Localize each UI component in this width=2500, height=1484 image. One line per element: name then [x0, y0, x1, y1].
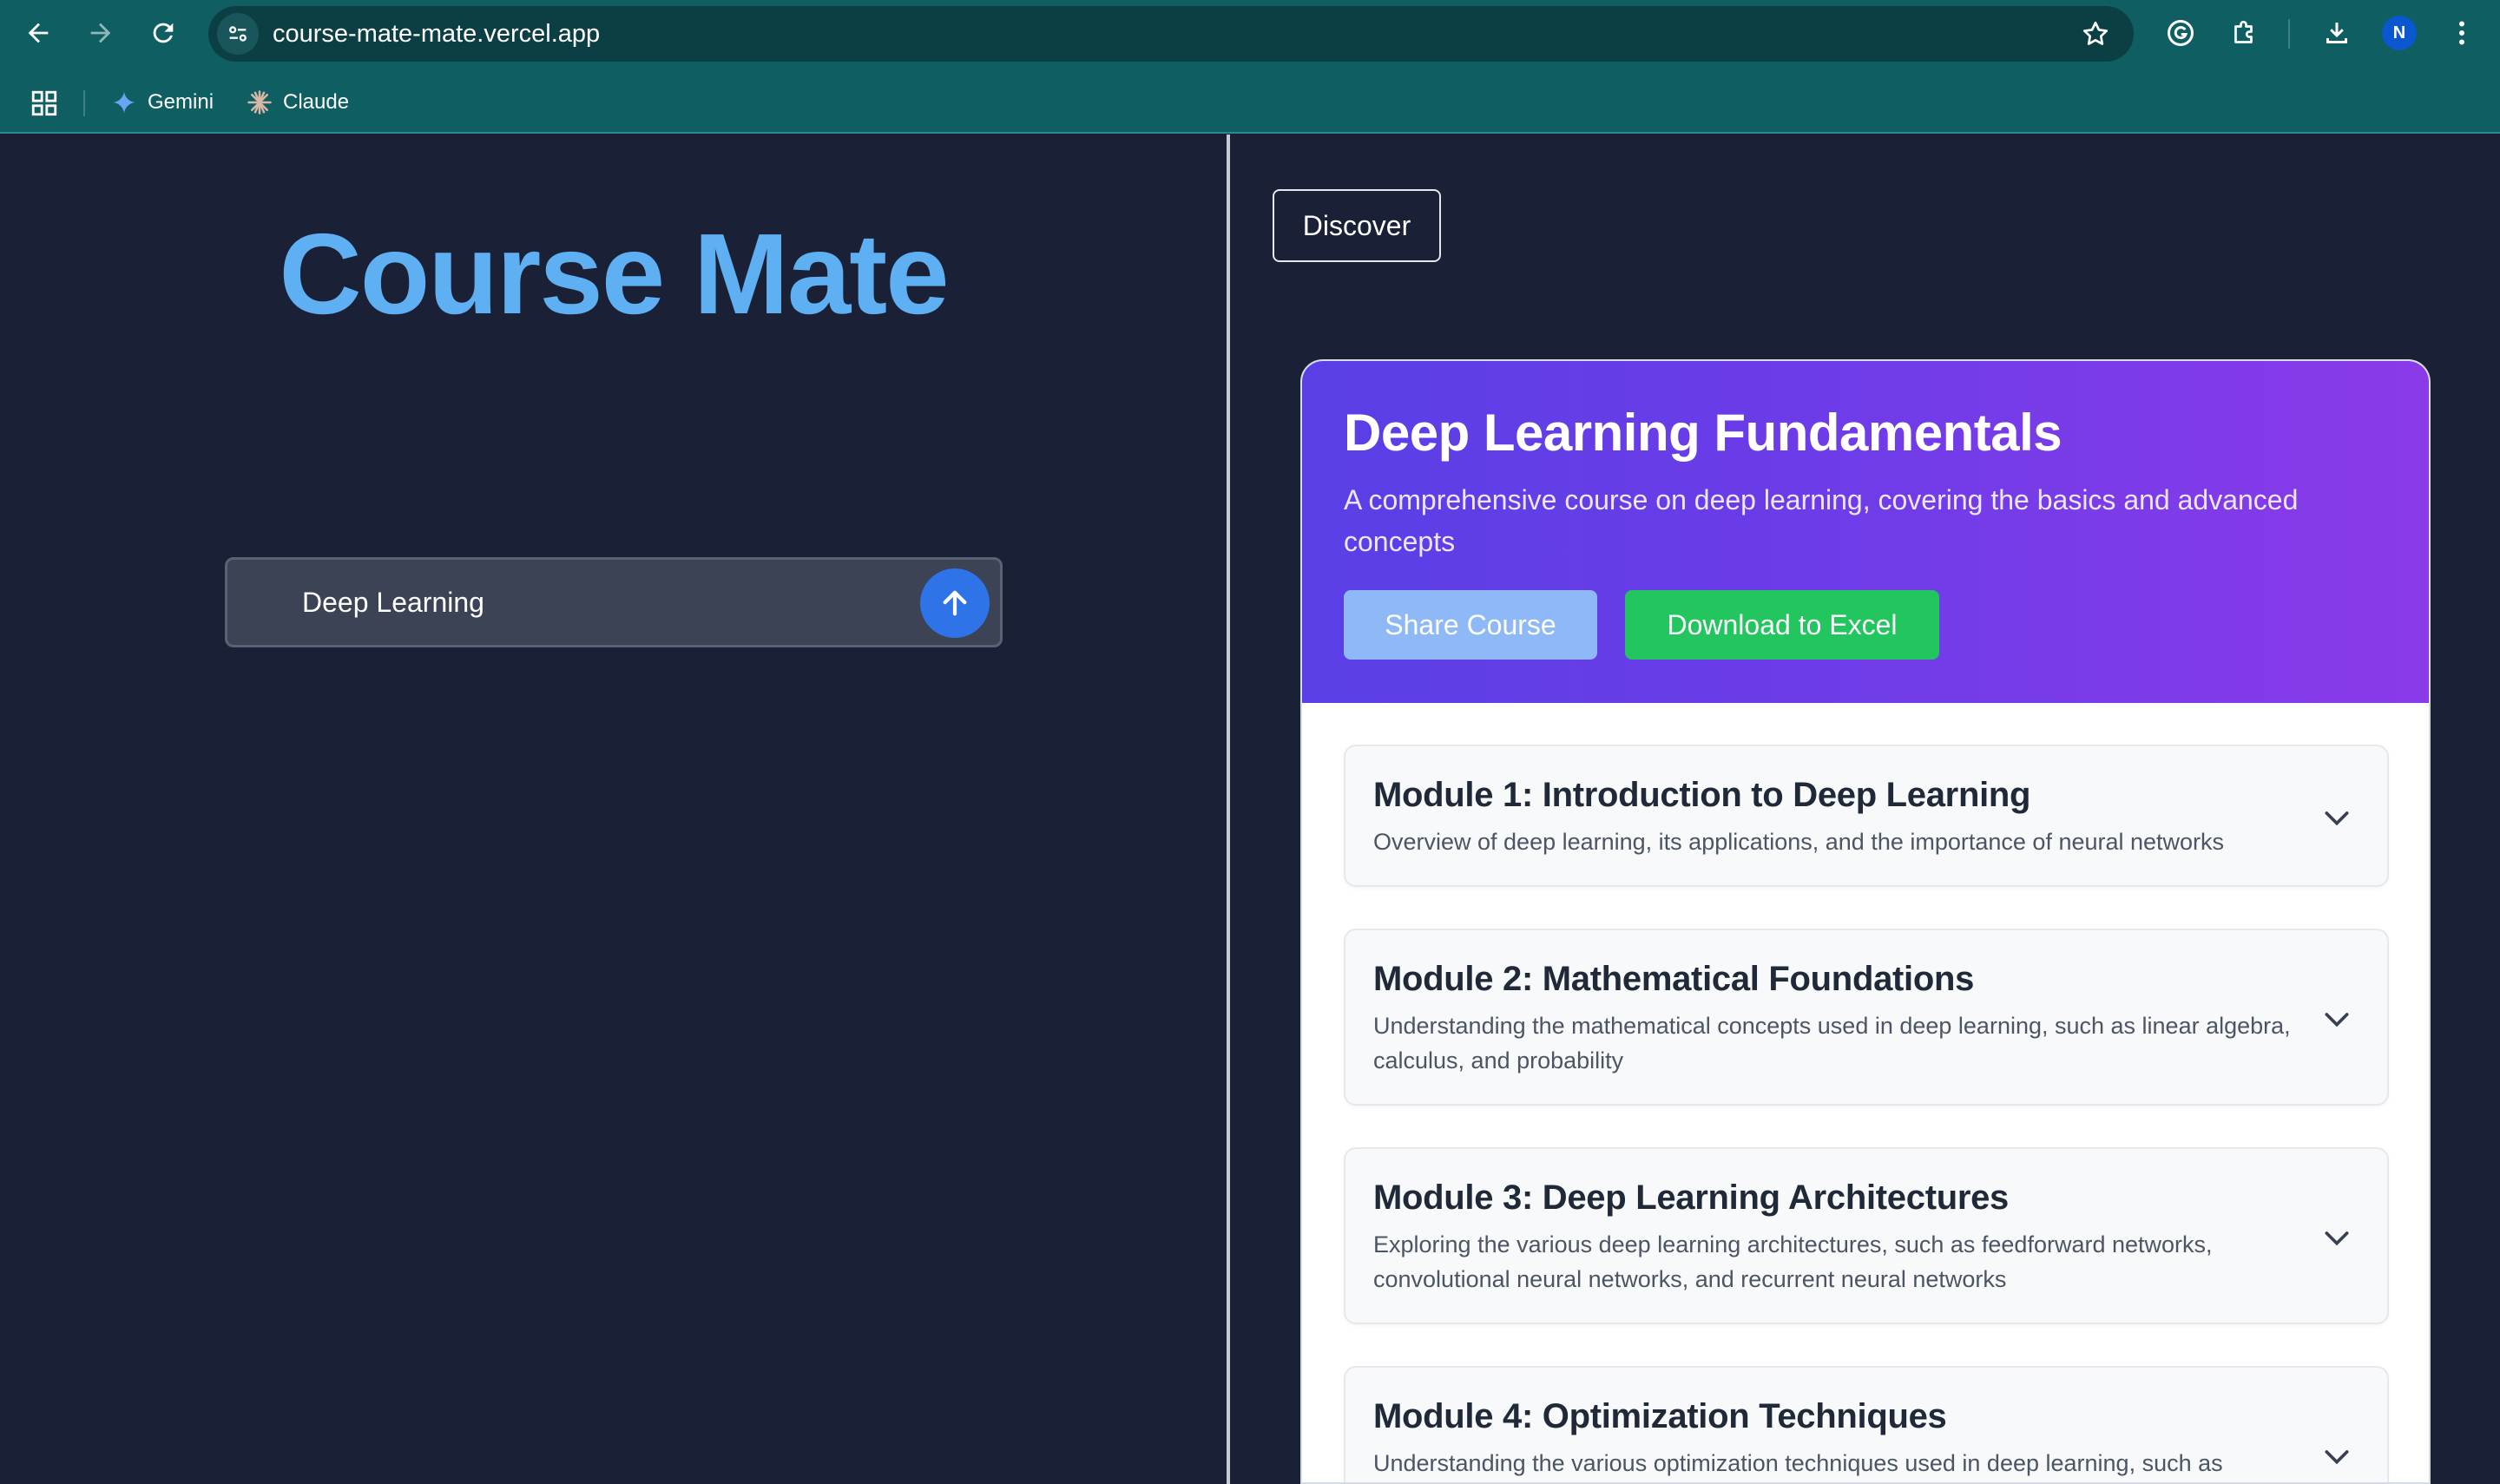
- more-vertical-icon: [2459, 21, 2464, 45]
- apps-grid-icon[interactable]: [30, 89, 59, 118]
- bookmarks-separator: [83, 90, 85, 116]
- discover-button[interactable]: Discover: [1273, 189, 1441, 262]
- extensions-button[interactable]: [2226, 14, 2264, 52]
- bookmark-label: Claude: [283, 90, 350, 114]
- grammarly-icon: [2168, 20, 2194, 46]
- reload-icon: [153, 23, 174, 43]
- downloads-button[interactable]: [2318, 14, 2356, 52]
- profile-avatar[interactable]: N: [2382, 16, 2417, 50]
- address-bar[interactable]: course-mate-mate.vercel.app: [208, 6, 2134, 62]
- reload-button[interactable]: [141, 10, 186, 56]
- bookmark-label: Gemini: [148, 90, 214, 114]
- module-description: Exploring the various deep learning arch…: [1373, 1231, 2213, 1292]
- claude-burst-icon: [247, 90, 272, 115]
- gemini-sparkle-icon: [113, 91, 135, 114]
- bookmarks-bar: Gemini Claude: [0, 76, 2500, 128]
- chevron-down-icon[interactable]: [2319, 1001, 2354, 1036]
- app-title: Course Mate: [279, 210, 949, 338]
- course-card: Deep Learning Fundamentals A comprehensi…: [1300, 359, 2431, 1484]
- module-item[interactable]: Module 4: Optimization Techniques Unders…: [1344, 1366, 2389, 1482]
- course-header: Deep Learning Fundamentals A comprehensi…: [1302, 361, 2429, 703]
- topic-input[interactable]: [300, 560, 891, 645]
- grammarly-extension-button[interactable]: [2161, 14, 2200, 52]
- chevron-down-icon[interactable]: [2319, 1220, 2354, 1255]
- toolbar-separator: [2288, 19, 2290, 49]
- arrow-up-icon: [943, 590, 967, 616]
- browser-menu-button[interactable]: [2443, 14, 2481, 52]
- share-course-button[interactable]: Share Course: [1344, 590, 1597, 660]
- url-text[interactable]: course-mate-mate.vercel.app: [273, 6, 600, 62]
- module-title: Module 1: Introduction to Deep Learning: [1373, 776, 2031, 814]
- browser-chrome: course-mate-mate.vercel.app N Gemini Cla…: [0, 0, 2500, 134]
- course-title: Deep Learning Fundamentals: [1344, 404, 2062, 462]
- module-description: Understanding the various optimization t…: [1373, 1450, 2223, 1476]
- download-excel-button[interactable]: Download to Excel: [1625, 590, 1939, 660]
- chevron-down-icon[interactable]: [2319, 1439, 2354, 1474]
- module-item[interactable]: Module 1: Introduction to Deep Learning …: [1344, 745, 2389, 887]
- arrow-left-icon: [28, 23, 49, 43]
- tune-icon: [229, 26, 247, 42]
- star-icon[interactable]: [2080, 18, 2111, 49]
- module-description: Understanding the mathematical concepts …: [1373, 1013, 2291, 1074]
- submit-topic-button[interactable]: [920, 568, 990, 638]
- module-title: Module 4: Optimization Techniques: [1373, 1397, 1947, 1435]
- forward-button[interactable]: [78, 10, 123, 56]
- course-description: A comprehensive course on deep learning,…: [1344, 484, 2299, 557]
- module-title: Module 3: Deep Learning Architectures: [1373, 1179, 2010, 1217]
- back-button[interactable]: [16, 10, 61, 56]
- module-item[interactable]: Module 2: Mathematical Foundations Under…: [1344, 929, 2389, 1106]
- topic-search-box: [225, 557, 1003, 647]
- bookmark-claude[interactable]: Claude: [247, 83, 349, 121]
- download-icon: [2326, 23, 2347, 43]
- module-item[interactable]: Module 3: Deep Learning Architectures Ex…: [1344, 1147, 2389, 1324]
- site-info-button[interactable]: [217, 13, 259, 55]
- module-description: Overview of deep learning, its applicati…: [1373, 829, 2225, 855]
- arrow-right-icon: [90, 23, 111, 43]
- puzzle-icon: [2234, 20, 2253, 43]
- bookmark-gemini[interactable]: Gemini: [111, 83, 214, 121]
- chevron-down-icon[interactable]: [2319, 800, 2354, 835]
- module-title: Module 2: Mathematical Foundations: [1373, 960, 1975, 998]
- pane-divider[interactable]: [1227, 135, 1230, 1484]
